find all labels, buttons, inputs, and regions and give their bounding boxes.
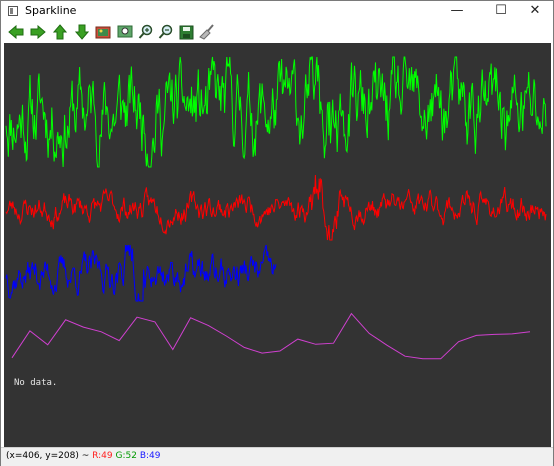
window-title: Sparkline (25, 4, 77, 17)
status-bar: (x=406, y=208) ~ R:49 G:52 B:49 (1, 447, 553, 466)
arrow-up-icon (53, 24, 67, 40)
status-text: (x=406, y=208) ~ R:49 G:52 B:49 (6, 451, 160, 461)
sparkline-red (5, 174, 547, 241)
sparkline-blue (5, 244, 277, 303)
zoom-fit-icon (117, 25, 133, 38)
sparkline-green (5, 56, 547, 168)
zoom-in-icon (138, 24, 153, 39)
down-button[interactable] (73, 23, 91, 41)
arrow-down-icon (75, 24, 89, 40)
save-button[interactable] (177, 23, 195, 41)
forward-button[interactable] (29, 23, 47, 41)
back-button[interactable] (7, 23, 25, 41)
pixel-g-value: G:52 (115, 451, 137, 461)
maximize-button[interactable]: ☐ (483, 1, 519, 21)
zoom-in-button[interactable] (137, 23, 155, 41)
sparkline-magenta (11, 312, 531, 360)
image-icon (95, 26, 111, 39)
zoom-out-icon (158, 24, 173, 39)
sparkline-canvas[interactable]: No data. (4, 43, 551, 447)
arrow-right-icon (30, 25, 46, 39)
app-icon (8, 6, 18, 16)
sparkline-plot (5, 56, 547, 360)
broom-icon (199, 24, 214, 40)
pixel-r-value: R:49 (92, 451, 113, 461)
image-button[interactable] (94, 23, 112, 41)
toolbar (1, 21, 553, 43)
minimize-button[interactable]: — (439, 1, 475, 21)
zoom-out-button[interactable] (157, 23, 175, 41)
arrow-left-icon (8, 25, 24, 39)
save-icon (179, 25, 193, 39)
up-button[interactable] (51, 23, 69, 41)
no-data-label: No data. (14, 378, 58, 388)
pixel-b-value: B:49 (139, 451, 161, 461)
title-bar[interactable]: Sparkline — ☐ ✕ (1, 1, 553, 21)
close-button[interactable]: ✕ (517, 1, 553, 21)
app-window: Sparkline — ☐ ✕ No data. (x=406, y=208) … (0, 0, 554, 466)
clear-button[interactable] (198, 23, 216, 41)
cursor-coords: (x=406, y=208) ~ (6, 451, 90, 461)
fit-button[interactable] (116, 23, 134, 41)
